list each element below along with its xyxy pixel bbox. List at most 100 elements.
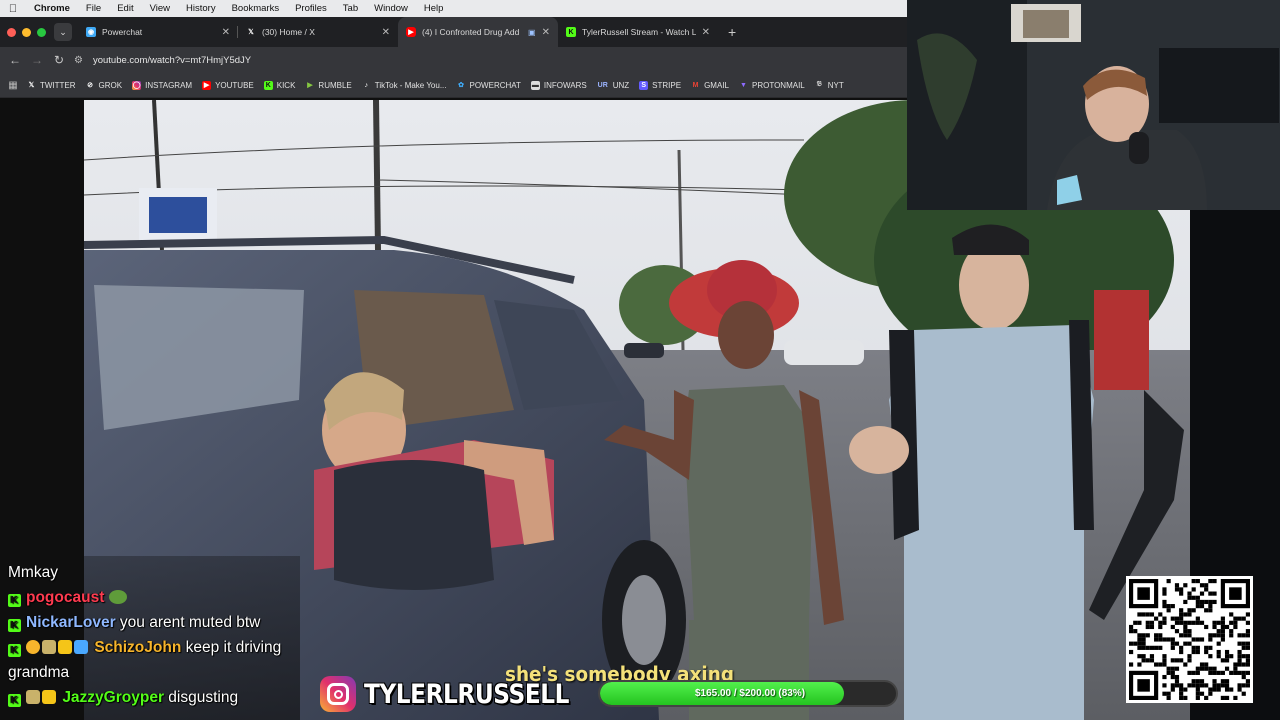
bookmarks-bar: ▦ 𝕏 TWITTER ⊘ GROK ◯ INSTAGRAM ▶ YOUTUBE K KI… (0, 73, 907, 98)
close-tab-icon[interactable]: ✕ (222, 27, 230, 38)
chat-message: K JazzyGroyper disgusting (8, 685, 300, 710)
instagram-handle: TYLERLRUSSELL (364, 678, 569, 710)
menu-view[interactable]: View (142, 3, 178, 14)
goal-text: $165.00 / $200.00 (83%) (694, 688, 806, 699)
new-tab-plus-icon[interactable]: + (718, 24, 736, 40)
sub-badge-icon (26, 640, 40, 654)
bookmark-protonmail[interactable]: ▼ PROTONMAIL (734, 81, 810, 90)
tiktok-icon: ♪ (364, 81, 369, 89)
tab-strip: ⌄ ◉ Powerchat ✕ 𝕏 (30) Home / X ✕ ▶ (4) … (0, 17, 907, 47)
close-tab-icon[interactable]: ✕ (702, 27, 710, 38)
bookmark-infowars[interactable]: ▬ INFOWARS (526, 80, 592, 90)
chat-text: you arent muted btw (119, 614, 261, 631)
stream-chat-overlay: Mmkay Kpogocaust K NickarLover you arent … (0, 556, 300, 720)
grok-icon: ⊘ (87, 82, 93, 89)
cast-icon[interactable]: ▣ (528, 28, 536, 37)
chat-message: K NickarLover you arent muted btw (8, 610, 300, 635)
tab-youtube-video[interactable]: ▶ (4) I Confronted Drug Add ▣ ✕ (398, 17, 558, 47)
address-url[interactable]: youtube.com/watch?v=mt7HmjY5dJY (93, 55, 251, 66)
donation-goal-bar: $165.00 / $200.00 (83%) (598, 680, 898, 707)
kick-badge-icon: K (8, 644, 21, 657)
bookmark-label: NYT (827, 80, 844, 90)
tab-search-chevron-icon[interactable]: ⌄ (54, 23, 72, 41)
reload-icon[interactable]: ↻ (48, 53, 70, 67)
close-tab-icon[interactable]: ✕ (382, 27, 390, 38)
bookmark-youtube[interactable]: ▶ YOUTUBE (197, 80, 259, 90)
menu-bookmarks[interactable]: Bookmarks (224, 3, 288, 14)
youtube-icon: ▶ (202, 80, 212, 90)
chat-username: pogocaust (26, 589, 105, 606)
site-info-icon[interactable]: ⚙ (74, 55, 83, 66)
bookmark-twitter[interactable]: 𝕏 TWITTER (22, 81, 81, 90)
macos-menubar:  Chrome File Edit View History Bookmark… (0, 0, 907, 17)
address-bar[interactable]: ⚙ youtube.com/watch?v=mt7HmjY5dJY (74, 49, 907, 71)
minimize-window-button[interactable] (22, 27, 31, 37)
close-tab-icon[interactable]: ✕ (542, 27, 550, 38)
bookmark-unz[interactable]: UR UNZ (592, 81, 634, 90)
bookmark-kick[interactable]: K KICK (259, 80, 301, 90)
sword-badge-icon (74, 640, 88, 654)
menu-app-name[interactable]: Chrome (26, 3, 78, 14)
crown-badge-icon (42, 690, 56, 704)
bookmark-tiktok[interactable]: ♪ TikTok - Make You... (357, 81, 452, 90)
instagram-icon: ◯ (132, 80, 142, 90)
tab-title: TylerRussell Stream - Watch L (582, 27, 696, 37)
instagram-handle-overlay: TYLERLRUSSELL (320, 676, 602, 712)
kick-badge-icon: K (8, 619, 21, 632)
chat-message: Mmkay (8, 564, 58, 581)
protonmail-icon: ▼ (740, 81, 747, 89)
chat-message: K SchizoJohn keep it driving grandma (8, 635, 298, 685)
bookmark-rumble[interactable]: ▶ RUMBLE (300, 81, 356, 90)
bookmark-label: KICK (276, 80, 296, 90)
zoom-window-button[interactable] (37, 27, 46, 37)
bookmark-label: PROTONMAIL (751, 80, 805, 90)
apps-grid-icon[interactable]: ▦ (4, 80, 22, 91)
menu-file[interactable]: File (78, 3, 109, 14)
tab-title: (30) Home / X (262, 27, 315, 37)
bookmark-powerchat[interactable]: ✿ POWERCHAT (452, 81, 526, 90)
bookmark-nyt[interactable]: 𝔅 NYT (810, 81, 849, 90)
menu-help[interactable]: Help (416, 3, 452, 14)
infowars-icon: ▬ (530, 80, 540, 90)
nyt-icon: 𝔅 (816, 81, 822, 88)
menu-profiles[interactable]: Profiles (287, 3, 335, 14)
pepe-emote-icon (108, 590, 127, 604)
stripe-icon: S (639, 80, 649, 90)
chat-text: disgusting (168, 689, 239, 706)
menu-history[interactable]: History (178, 3, 224, 14)
bookmark-label: TWITTER (40, 80, 76, 90)
qr-code-graphic (1129, 579, 1250, 700)
bookmark-label: INFOWARS (543, 80, 587, 90)
kick-icon: K (566, 27, 576, 37)
chat-message: Kpogocaust (8, 585, 300, 610)
bookmark-grok[interactable]: ⊘ GROK (81, 81, 128, 90)
menu-tab[interactable]: Tab (335, 3, 366, 14)
x-icon: 𝕏 (248, 29, 254, 36)
tab-x-home[interactable]: 𝕏 (30) Home / X ✕ (238, 17, 398, 47)
tab-powerchat[interactable]: ◉ Powerchat ✕ (78, 17, 238, 47)
back-arrow-icon[interactable]: ← (4, 53, 26, 67)
bookmark-gmail[interactable]: M GMAIL (686, 81, 734, 90)
crown-badge-icon (58, 640, 72, 654)
menu-window[interactable]: Window (366, 3, 416, 14)
bookmark-label: UNZ (612, 80, 630, 90)
chat-username: SchizoJohn (94, 639, 182, 656)
gift-badge-icon (26, 690, 40, 704)
bookmark-stripe[interactable]: S STRIPE (634, 80, 686, 90)
chat-username: JazzyGroyper (62, 689, 164, 706)
gmail-icon: M (692, 81, 699, 89)
menu-edit[interactable]: Edit (109, 3, 141, 14)
kick-badge-icon: K (8, 594, 21, 607)
kick-icon: K (263, 80, 273, 90)
apple-icon[interactable]:  (0, 3, 26, 15)
close-window-button[interactable] (7, 27, 16, 37)
forward-arrow-icon[interactable]: → (26, 53, 48, 67)
chat-username: NickarLover (26, 614, 116, 631)
bookmark-instagram[interactable]: ◯ INSTAGRAM (127, 80, 197, 90)
tab-title: (4) I Confronted Drug Add (422, 27, 520, 37)
webcam-frame (907, 0, 1280, 210)
bookmark-label: RUMBLE (318, 80, 352, 90)
tab-kick-stream[interactable]: K TylerRussell Stream - Watch L ✕ (558, 17, 718, 47)
powerchat-icon: ✿ (458, 82, 464, 89)
unz-icon: UR (597, 81, 608, 89)
